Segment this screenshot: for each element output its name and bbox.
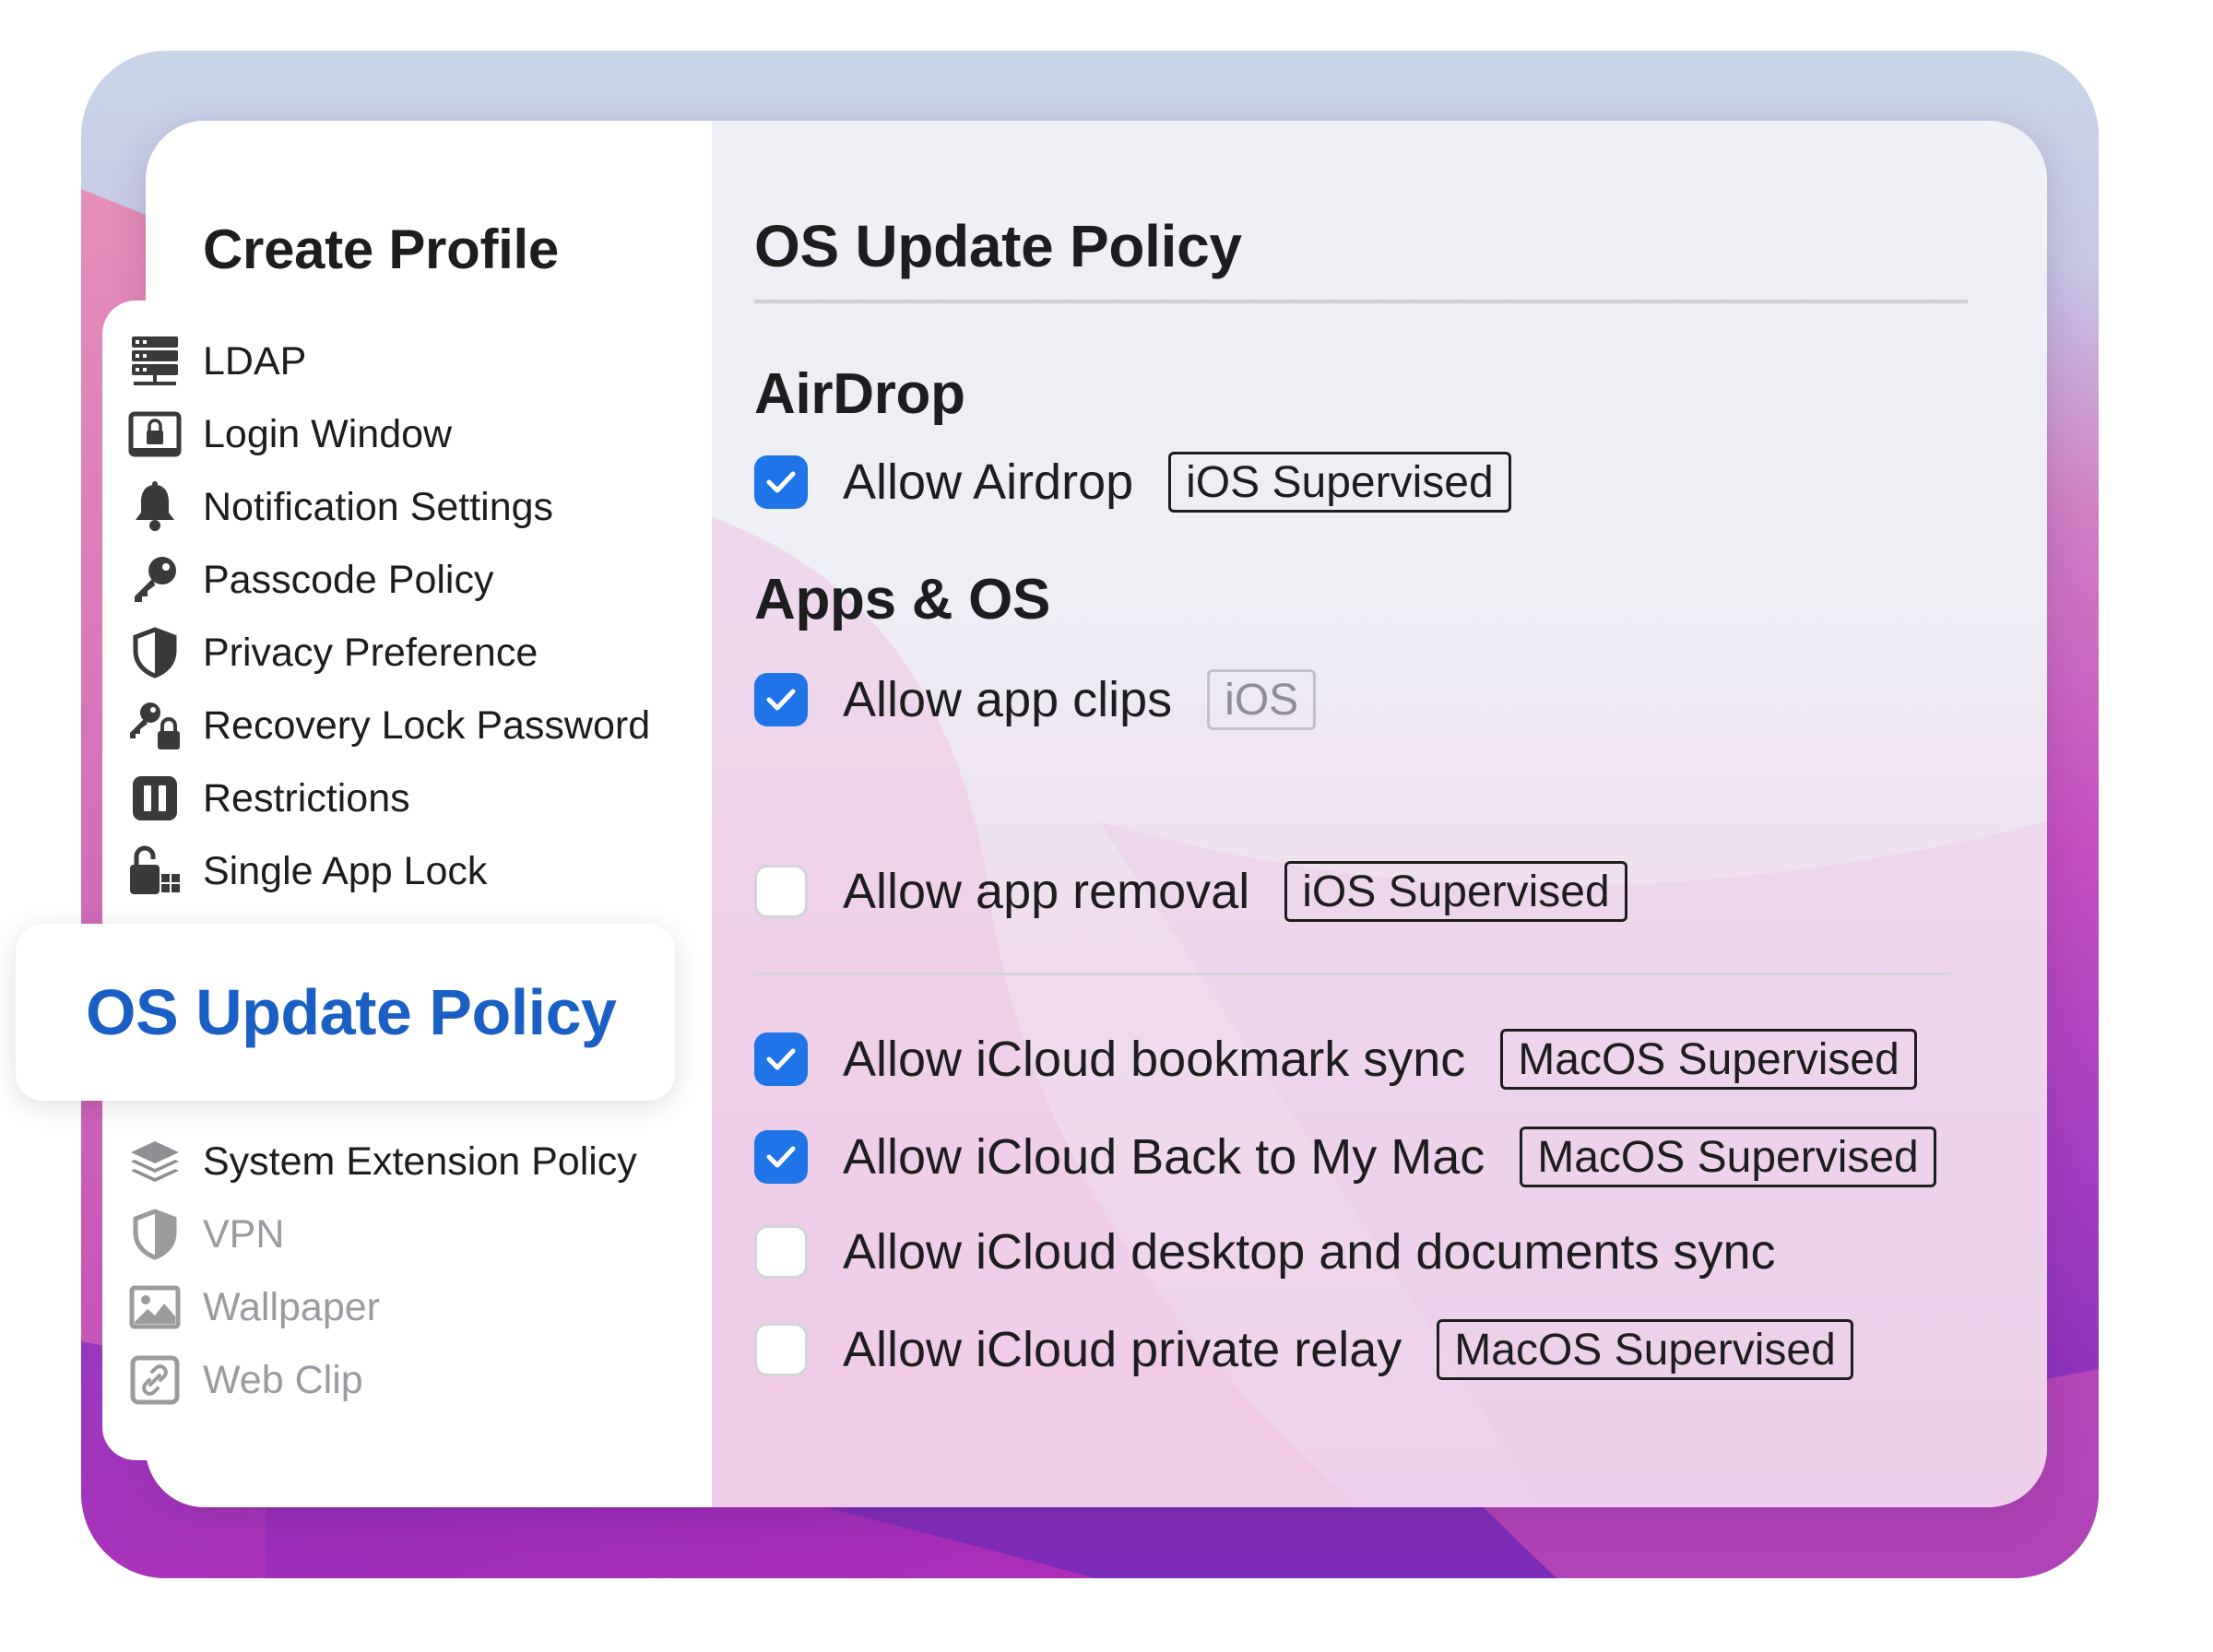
- title-divider: [754, 300, 1968, 303]
- sidebar-item-login-window[interactable]: Login Window: [127, 405, 680, 464]
- checkmark-icon: [766, 1048, 796, 1070]
- setting-row-allow-icloud-private-relay: Allow iCloud private relay MacOS Supervi…: [754, 1316, 1853, 1383]
- section-heading-airdrop: AirDrop: [754, 362, 965, 426]
- sidebar-item-single-app-lock[interactable]: Single App Lock: [127, 842, 680, 901]
- content-background: [712, 121, 2047, 1507]
- checkbox-allow-airdrop[interactable]: [754, 455, 808, 509]
- platform-badge: MacOS Supervised: [1437, 1319, 1853, 1380]
- bell-icon: [127, 479, 183, 535]
- key-icon: [127, 552, 183, 608]
- platform-badge: iOS Supervised: [1168, 452, 1511, 513]
- checkbox-allow-icloud-private-relay[interactable]: [754, 1323, 808, 1376]
- checkbox-allow-icloud-back-to-my-mac[interactable]: [754, 1130, 808, 1184]
- sidebar-item-label: Login Window: [203, 411, 453, 456]
- shield-icon: [127, 1207, 183, 1262]
- sidebar-item-label: Passcode Policy: [203, 557, 494, 602]
- sidebar-item-os-update-policy-selected[interactable]: OS Update Policy: [16, 924, 675, 1101]
- login-window-icon: [127, 407, 183, 462]
- shield-icon: [127, 625, 183, 680]
- sidebar-item-label: Wallpaper: [203, 1284, 380, 1329]
- setting-label: Allow iCloud Back to My Mac: [843, 1129, 1485, 1185]
- section-divider: [754, 973, 1951, 975]
- sidebar-item-label: Web Clip: [203, 1357, 363, 1402]
- app-lock-icon: [127, 844, 183, 899]
- sidebar-item-vpn[interactable]: VPN: [127, 1205, 680, 1264]
- sidebar-item-label: System Extension Policy: [203, 1139, 637, 1184]
- sidebar-item-wallpaper[interactable]: Wallpaper: [127, 1278, 680, 1337]
- checkmark-icon: [766, 471, 796, 493]
- checkmark-icon: [766, 1146, 796, 1168]
- setting-row-allow-icloud-desktop-documents-sync: Allow iCloud desktop and documents sync: [754, 1219, 1776, 1285]
- sidebar-item-label: LDAP: [203, 338, 307, 384]
- sidebar-item-label: Privacy Preference: [203, 630, 538, 675]
- section-heading-apps-os: Apps & OS: [754, 568, 1051, 631]
- setting-row-allow-airdrop: Allow Airdrop iOS Supervised: [754, 449, 1511, 515]
- sidebar-item-recovery-lock-password[interactable]: Recovery Lock Password: [127, 696, 680, 755]
- platform-badge: MacOS Supervised: [1500, 1029, 1917, 1090]
- sidebar-item-label: Single App Lock: [203, 848, 488, 893]
- server-icon: [127, 334, 183, 389]
- setting-row-allow-icloud-back-to-my-mac: Allow iCloud Back to My Mac MacOS Superv…: [754, 1124, 1936, 1190]
- setting-row-allow-app-removal: Allow app removal iOS Supervised: [754, 858, 1627, 925]
- sidebar-item-ldap[interactable]: LDAP: [127, 332, 680, 391]
- sidebar-item-label: Recovery Lock Password: [203, 702, 651, 748]
- setting-label: Allow iCloud bookmark sync: [843, 1032, 1466, 1087]
- checkbox-allow-icloud-bookmark-sync[interactable]: [754, 1032, 808, 1086]
- sidebar-item-restrictions[interactable]: Restrictions: [127, 769, 680, 828]
- sidebar-item-system-extension-policy[interactable]: System Extension Policy: [127, 1132, 680, 1191]
- page-title: OS Update Policy: [754, 213, 1242, 279]
- setting-label: Allow app clips: [843, 672, 1173, 727]
- setting-row-allow-icloud-bookmark-sync: Allow iCloud bookmark sync MacOS Supervi…: [754, 1026, 1917, 1092]
- sidebar-item-label: Restrictions: [203, 775, 410, 820]
- restrictions-icon: [127, 771, 183, 826]
- sidebar-item-privacy-preference[interactable]: Privacy Preference: [127, 623, 680, 682]
- checkbox-allow-icloud-desktop-documents-sync[interactable]: [754, 1225, 808, 1279]
- platform-badge: iOS: [1207, 669, 1317, 730]
- sidebar-item-web-clip[interactable]: Web Clip: [127, 1351, 680, 1410]
- setting-label: Allow iCloud private relay: [843, 1322, 1402, 1377]
- sidebar-item-label: Notification Settings: [203, 484, 554, 529]
- layers-icon: [127, 1134, 183, 1189]
- selected-item-label: OS Update Policy: [86, 976, 617, 1048]
- setting-label: Allow Airdrop: [843, 454, 1134, 510]
- platform-badge: MacOS Supervised: [1520, 1127, 1936, 1187]
- image-icon: [127, 1280, 183, 1335]
- setting-row-allow-app-clips: Allow app clips iOS: [754, 667, 1317, 733]
- checkmark-icon: [766, 689, 796, 711]
- sidebar-item-label: VPN: [203, 1211, 285, 1257]
- sidebar-item-passcode-policy[interactable]: Passcode Policy: [127, 550, 680, 609]
- checkbox-allow-app-clips[interactable]: [754, 673, 808, 726]
- sidebar-item-notification-settings[interactable]: Notification Settings: [127, 478, 680, 537]
- sidebar-title: Create Profile: [203, 218, 559, 280]
- screen: Create Profile LDAP Login Window Notific…: [0, 0, 2213, 1652]
- checkbox-allow-app-removal[interactable]: [754, 865, 808, 918]
- setting-label: Allow app removal: [843, 864, 1250, 919]
- platform-badge: iOS Supervised: [1284, 861, 1627, 922]
- setting-label: Allow iCloud desktop and documents sync: [843, 1224, 1776, 1280]
- key-lock-icon: [127, 698, 183, 753]
- link-icon: [127, 1352, 183, 1408]
